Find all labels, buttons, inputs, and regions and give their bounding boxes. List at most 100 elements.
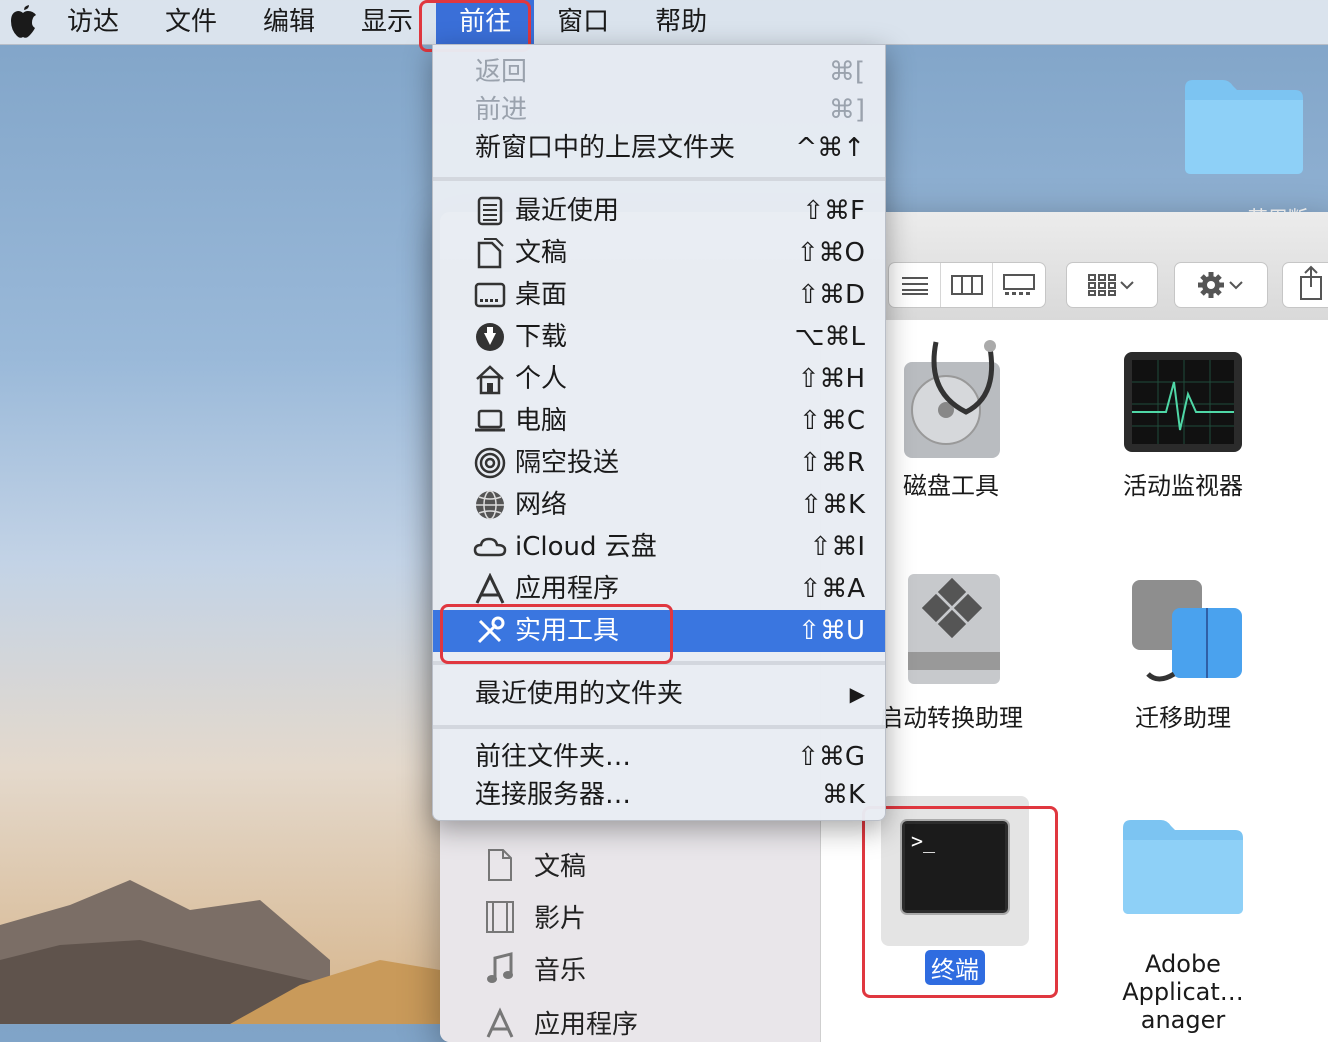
menu-item-enclosing-folder[interactable]: 新窗口中的上层文件夹 ^⌘↑ [433, 127, 885, 169]
music-icon [482, 951, 518, 987]
menu-item-shortcut: ⇧⌘H [797, 364, 865, 394]
menu-item-documents[interactable]: 文稿 ⇧⌘O [433, 232, 885, 274]
menu-item-shortcut: ⇧⌘D [797, 280, 865, 310]
menu-item-connect-server[interactable]: 连接服务器… ⌘K [433, 774, 885, 816]
network-icon [473, 488, 507, 522]
menu-file[interactable]: 文件 [142, 0, 240, 44]
menu-item-label: 个人 [515, 364, 568, 394]
desktop-folder-icon[interactable] [1183, 76, 1305, 176]
migration-assistant-icon [1132, 580, 1242, 682]
sidebar-item-label: 文稿 [534, 852, 587, 882]
list-view-icon [901, 277, 928, 295]
applications-icon [473, 572, 507, 606]
menu-item-label: 文稿 [515, 238, 568, 268]
sidebar-item-label: 影片 [534, 904, 587, 934]
menu-item-airdrop[interactable]: 隔空投送 ⇧⌘R [433, 442, 885, 484]
boot-camp-icon [908, 574, 1000, 684]
menu-item-shortcut: ⇧⌘G [797, 742, 865, 772]
icloud-icon [473, 530, 507, 564]
action-menu-button[interactable] [1174, 262, 1268, 308]
view-mode-segment [888, 262, 1046, 308]
menu-separator [433, 177, 885, 181]
menu-item-label: 下载 [515, 322, 568, 352]
menu-item-downloads[interactable]: 下载 ⌥⌘L [433, 316, 885, 358]
utilities-highlight-box [440, 604, 673, 664]
menu-item-shortcut: ⇧⌘U [798, 616, 865, 646]
disk-utility-icon [904, 340, 1000, 458]
menu-item-shortcut: ⌘] [828, 95, 865, 125]
menu-item-label: 返回 [475, 57, 528, 87]
menu-item-label: iCloud 云盘 [515, 532, 657, 562]
gallery-view-icon [1003, 274, 1035, 295]
share-icon [1300, 265, 1322, 300]
sidebar-item-music[interactable]: 音乐 [482, 950, 586, 987]
menu-finder[interactable]: 访达 [44, 0, 142, 44]
menu-item-recents[interactable]: 最近使用 ⇧⌘F [433, 190, 885, 232]
app-adobe-folder[interactable]: Adobe Applicat…anager [1083, 816, 1283, 1034]
menu-item-label: 前进 [475, 95, 528, 125]
gallery-view-button[interactable] [993, 263, 1045, 307]
sidebar-item-documents[interactable]: 文稿 [482, 846, 586, 883]
documents-icon [473, 236, 507, 270]
menu-item-desktop[interactable]: 桌面 ⇧⌘D [433, 274, 885, 316]
airdrop-icon [473, 446, 507, 480]
sidebar-item-label: 应用程序 [534, 1010, 639, 1040]
menu-item-shortcut: ⇧⌘A [799, 574, 865, 604]
menu-separator [433, 725, 885, 729]
menu-item-shortcut: ^⌘↑ [795, 133, 865, 163]
submenu-arrow-icon: ▶ [849, 682, 865, 706]
desktop-icon [473, 278, 507, 312]
menu-item-shortcut: ⇧⌘C [799, 406, 865, 436]
app-label-line2: Applicat…anager [1122, 978, 1244, 1034]
menu-item-label: 隔空投送 [515, 448, 620, 478]
app-label: Adobe [1145, 950, 1221, 978]
activity-monitor-icon [1124, 352, 1242, 452]
menu-item-label: 电脑 [515, 406, 568, 436]
menu-help[interactable]: 帮助 [632, 0, 730, 44]
list-view-button[interactable] [889, 263, 941, 307]
menu-bar: 访达 文件 编辑 显示 前往 窗口 帮助 [0, 0, 1328, 45]
movies-icon [482, 899, 518, 935]
chevron-down-icon [1120, 281, 1134, 290]
menu-item-label: 最近使用 [515, 196, 620, 226]
menu-item-label: 网络 [515, 490, 568, 520]
applications-icon [482, 1005, 518, 1041]
menu-item-shortcut: ⇧⌘O [796, 238, 865, 268]
computer-icon [473, 404, 507, 438]
column-view-button[interactable] [941, 263, 993, 307]
menu-window[interactable]: 窗口 [534, 0, 632, 44]
sidebar-item-movies[interactable]: 影片 [482, 898, 586, 935]
menu-item-shortcut: ⌘K [821, 780, 865, 810]
gear-icon [1198, 272, 1224, 298]
menu-item-back[interactable]: 返回 ⌘[ [433, 51, 885, 93]
downloads-icon [473, 320, 507, 354]
go-menu-dropdown: 返回 ⌘[ 前进 ⌘] 新窗口中的上层文件夹 ^⌘↑ 最近使用 ⇧⌘F 文稿 ⇧… [432, 44, 886, 821]
menu-item-label: 连接服务器… [475, 780, 632, 810]
menu-item-label: 桌面 [515, 280, 568, 310]
app-label: 活动监视器 [1123, 472, 1243, 500]
menu-item-icloud[interactable]: iCloud 云盘 ⇧⌘I [433, 526, 885, 568]
recents-icon [473, 194, 507, 228]
menu-item-network[interactable]: 网络 ⇧⌘K [433, 484, 885, 526]
terminal-highlight-box [862, 806, 1058, 998]
column-view-icon [950, 275, 983, 295]
chevron-down-icon [1229, 281, 1243, 290]
sidebar-item-label: 音乐 [534, 956, 587, 986]
app-migration-assistant[interactable]: 迁移助理 [1083, 564, 1283, 733]
apple-menu[interactable] [0, 0, 44, 44]
menu-item-home[interactable]: 个人 ⇧⌘H [433, 358, 885, 400]
menu-item-forward[interactable]: 前进 ⌘] [433, 89, 885, 131]
sidebar-item-applications[interactable]: 应用程序 [482, 1004, 638, 1041]
menu-item-shortcut: ⇧⌘R [799, 448, 865, 478]
group-by-button[interactable] [1066, 262, 1158, 308]
menu-item-label: 前往文件夹… [475, 742, 632, 772]
documents-icon [482, 847, 518, 883]
menu-item-recent-folders[interactable]: 最近使用的文件夹 ▶ [433, 673, 885, 715]
share-button[interactable] [1282, 262, 1328, 308]
menu-item-go-to-folder[interactable]: 前往文件夹… ⇧⌘G [433, 736, 885, 778]
menu-item-shortcut: ⇧⌘K [800, 490, 865, 520]
grid-icon [1088, 274, 1116, 296]
menu-edit[interactable]: 编辑 [240, 0, 338, 44]
app-activity-monitor[interactable]: 活动监视器 [1083, 332, 1283, 501]
menu-item-computer[interactable]: 电脑 ⇧⌘C [433, 400, 885, 442]
